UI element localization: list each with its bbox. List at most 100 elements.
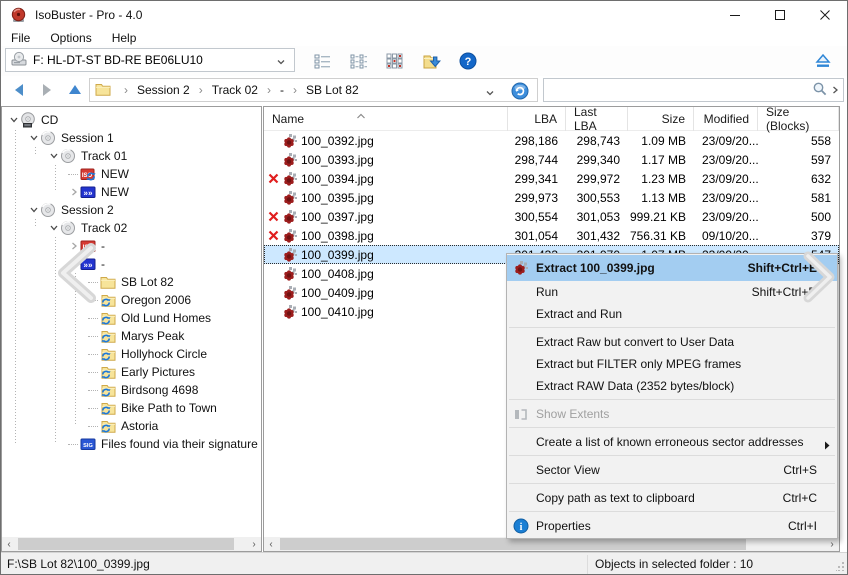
column-header-size[interactable]: Size [628,107,694,131]
tree-item-old-lund-homes[interactable]: Old Lund Homes [2,309,261,327]
cell-blocks: 581 [758,188,839,207]
file-row-100-0395-jpg[interactable]: 100_0395.jpg299,973300,5531.13 MB23/09/2… [264,188,839,207]
tree-item--[interactable]: »»- [2,255,261,273]
menu-file[interactable]: File [9,31,32,45]
tree-item-label: Bike Path to Town [121,401,217,415]
context-menu-item-copy-path-as-text-to-clipboard[interactable]: Copy path as text to clipboardCtrl+C [507,487,837,509]
search-input[interactable] [546,81,804,99]
forward-arrow-button[interactable] [35,79,59,101]
tree-item-hollyhock-circle[interactable]: Hollyhock Circle [2,345,261,363]
minimize-icon [729,9,741,21]
breadcrumb-item[interactable]: SB Lot 82 [306,83,359,97]
tree-item-files-found-via-their-signature[interactable]: SIGFiles found via their signature [2,435,261,453]
previous-folder-overlay-arrow[interactable] [51,241,105,308]
tree-item-oregon-2006[interactable]: Oregon 2006 [2,291,261,309]
list-view-button[interactable] [307,49,337,73]
tree-item-new[interactable]: »»NEW [2,183,261,201]
context-menu-item-sector-view[interactable]: Sector ViewCtrl+S [507,459,837,481]
tree-item-marys-peak[interactable]: Marys Peak [2,327,261,345]
list-horizontal-scrollbar[interactable]: ‹ › [264,537,839,551]
folder-sync-icon [100,418,116,434]
drive-selector[interactable]: F: HL-DT-ST BD-RE BE06LU10 [5,48,295,72]
eject-button[interactable] [809,49,837,73]
context-menu-item-extract-raw-but-convert-to-user-data[interactable]: Extract Raw but convert to User Data [507,331,837,353]
thumbnails-view-button[interactable] [379,49,409,73]
jpg-file-icon [282,209,298,225]
file-row-100-0392-jpg[interactable]: 100_0392.jpg298,186298,7431.09 MB23/09/2… [264,131,839,150]
tree-item-track-02[interactable]: Track 02 [2,219,261,237]
details-view-button[interactable] [343,49,373,73]
scroll-left-arrow[interactable]: ‹ [2,537,16,551]
menu-item-label: Create a list of known erroneous sector … [536,435,803,449]
up-arrow-icon [67,82,83,98]
tree-item--[interactable]: ISO- [2,237,261,255]
collapse-chevron-icon[interactable] [48,222,60,234]
collapse-chevron-icon[interactable] [28,204,40,216]
tree-item-session-2[interactable]: Session 2 [2,201,261,219]
collapse-chevron-icon[interactable] [28,132,40,144]
scrollbar-thumb[interactable] [280,538,746,550]
column-header-modified[interactable]: Modified [694,107,758,131]
menu-separator [509,399,835,400]
file-row-100-0397-jpg[interactable]: 100_0397.jpg300,554301,053999.21 KB23/09… [264,207,839,226]
context-menu-item-extract-but-filter-only-mpeg-frames[interactable]: Extract but FILTER only MPEG frames [507,353,837,375]
scrollbar-thumb[interactable] [18,538,234,550]
back-arrow-button[interactable] [7,79,31,101]
column-header-name[interactable]: Name [264,107,508,131]
tree-item-label: Old Lund Homes [121,311,211,325]
tree-item-bike-path-to-town[interactable]: Bike Path to Town [2,399,261,417]
chevron-right-icon[interactable] [831,84,839,98]
next-folder-overlay-arrow[interactable] [798,251,840,306]
column-header-last-lba[interactable]: Last LBA [566,107,628,131]
tree-item-new[interactable]: ISONEW [2,165,261,183]
scroll-right-arrow[interactable]: › [247,537,261,551]
tree-horizontal-scrollbar[interactable]: ‹ › [2,537,261,551]
menu-options[interactable]: Options [48,31,93,45]
maximize-icon [774,9,786,21]
collapse-chevron-icon[interactable] [8,114,20,126]
tree-item-track-01[interactable]: Track 01 [2,147,261,165]
tree-item-birdsong-4698[interactable]: Birdsong 4698 [2,381,261,399]
file-row-100-0394-jpg[interactable]: 100_0394.jpg299,341299,9721.23 MB23/09/2… [264,169,839,188]
menu-item-label: Extract but FILTER only MPEG frames [536,357,741,371]
tree-item-cd[interactable]: CD [2,111,261,129]
column-header-size-blocks-[interactable]: Size (Blocks) [758,107,839,131]
help-button[interactable]: ? [453,49,483,73]
tree-item-label: Early Pictures [121,365,195,379]
window-title: IsoBuster - Pro - 4.0 [35,8,142,22]
close-button[interactable] [802,1,847,29]
tree-item-early-pictures[interactable]: Early Pictures [2,363,261,381]
chevron-down-icon[interactable] [485,87,495,101]
info-icon: i [513,518,529,534]
menu-help[interactable]: Help [110,31,139,45]
context-menu-item-extract-raw-data-2352-bytes-block-[interactable]: Extract RAW Data (2352 bytes/block) [507,375,837,397]
scroll-left-arrow[interactable]: ‹ [264,537,278,551]
file-row-100-0393-jpg[interactable]: 100_0393.jpg298,744299,3401.17 MB23/09/2… [264,150,839,169]
tree-item-sb-lot-82[interactable]: SB Lot 82 [2,273,261,291]
context-menu-item-extract-and-run[interactable]: Extract and Run [507,303,837,325]
breadcrumb-item[interactable]: Session 2 [137,83,190,97]
column-header-lba[interactable]: LBA [508,107,566,131]
svg-text:»»: »» [84,188,93,197]
tree-item-astoria[interactable]: Astoria [2,417,261,435]
up-arrow-button[interactable] [63,79,87,101]
extract-folder-button[interactable] [417,49,447,73]
expand-chevron-icon[interactable] [68,186,80,198]
file-row-100-0398-jpg[interactable]: 100_0398.jpg301,054301,432756.31 KB09/10… [264,226,839,245]
go-icon[interactable] [511,82,529,103]
context-menu-item-extract-100-0399-jpg[interactable]: Extract 100_0399.jpgShift+Ctrl+E [507,255,837,281]
context-menu-item-run[interactable]: RunShift+Ctrl+R [507,281,837,303]
tree-item-session-1[interactable]: Session 1 [2,129,261,147]
collapse-chevron-icon[interactable] [48,150,60,162]
breadcrumb-item[interactable]: Track 02 [212,83,258,97]
breadcrumb[interactable]: ›Session 2›Track 02›-›SB Lot 82 [89,78,538,102]
breadcrumb-item[interactable]: - [280,83,284,97]
minimize-button[interactable] [712,1,757,29]
error-slot [268,286,282,300]
resize-grip[interactable] [836,560,845,574]
maximize-button[interactable] [757,1,802,29]
magnifier-icon[interactable] [812,81,828,100]
context-menu-item-create-a-list-of-known-erroneous-sector-[interactable]: Create a list of known erroneous sector … [507,431,837,453]
context-menu-item-properties[interactable]: iPropertiesCtrl+I [507,515,837,537]
scroll-right-arrow[interactable]: › [825,537,839,551]
